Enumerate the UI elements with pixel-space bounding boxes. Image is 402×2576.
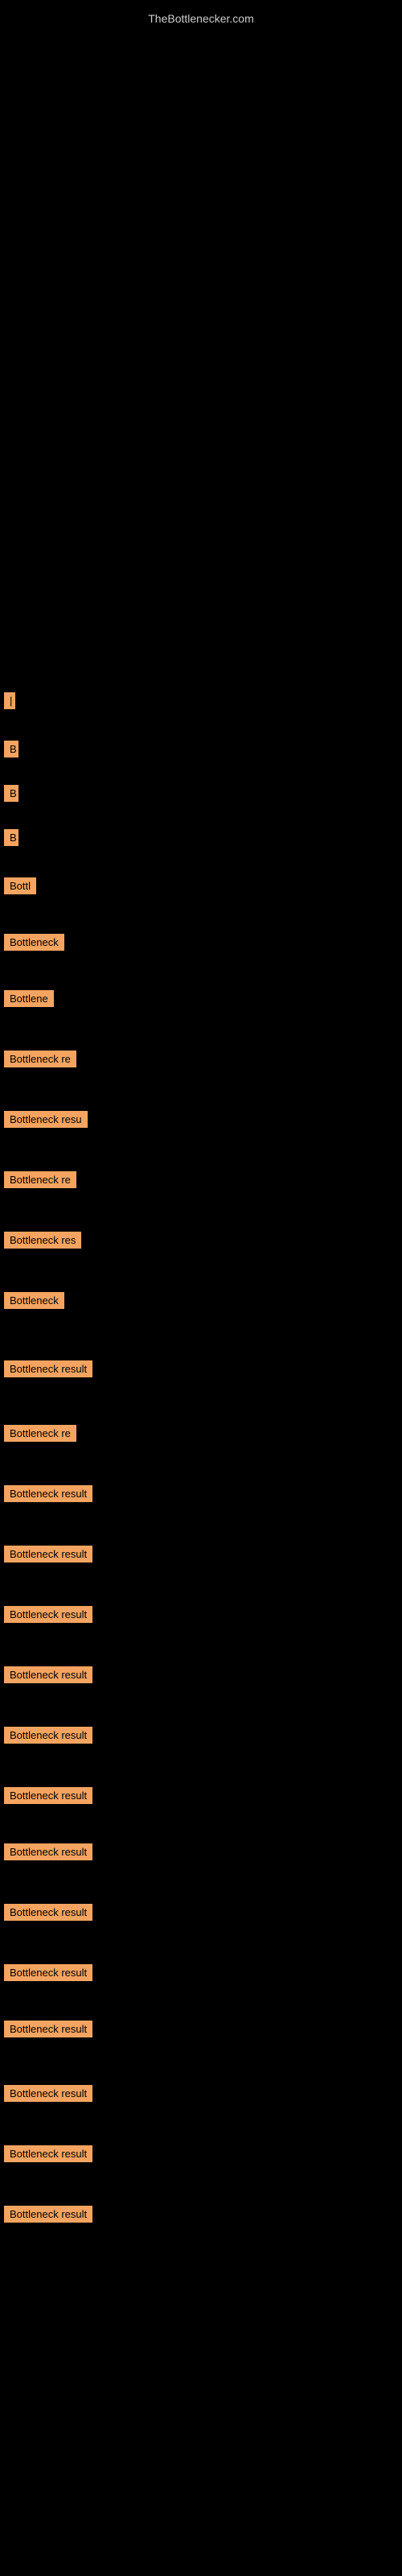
bottleneck-result-label: Bottleneck result <box>4 1666 92 1683</box>
bottleneck-result-label: Bottleneck result <box>4 1360 92 1377</box>
list-item: Bottleneck result <box>0 1606 92 1627</box>
bottleneck-result-label: Bottleneck result <box>4 1787 92 1804</box>
list-item: Bottleneck result <box>0 1904 92 1925</box>
bottleneck-result-label: Bottleneck res <box>4 1232 81 1249</box>
bottleneck-result-label: | <box>4 692 15 709</box>
bottleneck-result-label: B <box>4 741 18 758</box>
list-item: | <box>0 692 15 713</box>
list-item: Bottlene <box>0 990 54 1011</box>
bottleneck-result-label: Bottleneck result <box>4 2206 92 2223</box>
list-item: B <box>0 785 18 806</box>
list-item: Bottleneck result <box>0 2145 92 2166</box>
list-item: Bottleneck re <box>0 1051 76 1071</box>
bottleneck-result-label: Bottleneck resu <box>4 1111 88 1128</box>
list-item: B <box>0 741 18 762</box>
list-item: Bottleneck result <box>0 1964 92 1985</box>
bottleneck-result-label: Bottleneck result <box>4 2085 92 2102</box>
list-item: Bottleneck result <box>0 1485 92 1506</box>
list-item: Bottleneck result <box>0 1546 92 1567</box>
list-item: Bottleneck res <box>0 1232 81 1253</box>
bottleneck-result-label: Bottleneck re <box>4 1425 76 1442</box>
bottleneck-result-label: Bottleneck result <box>4 1904 92 1921</box>
bottleneck-result-label: Bottleneck re <box>4 1171 76 1188</box>
bottleneck-result-label: Bottlene <box>4 990 54 1007</box>
bottleneck-result-label: Bottleneck result <box>4 2145 92 2162</box>
list-item: Bottleneck re <box>0 1425 76 1446</box>
bottleneck-result-label: Bottleneck result <box>4 1964 92 1981</box>
list-item: Bottleneck <box>0 1292 64 1313</box>
site-title: TheBottlenecker.com <box>0 4 402 29</box>
list-item: Bottleneck <box>0 934 64 955</box>
list-item: Bottleneck result <box>0 1843 92 1864</box>
bottleneck-result-label: Bottleneck result <box>4 1485 92 1502</box>
bottleneck-result-label: B <box>4 829 18 846</box>
bottleneck-result-label: Bottleneck result <box>4 1843 92 1860</box>
list-item: Bottleneck result <box>0 1666 92 1687</box>
list-item: Bottleneck result <box>0 2206 92 2227</box>
bottleneck-result-label: Bottleneck result <box>4 2021 92 2037</box>
list-item: Bottleneck re <box>0 1171 76 1192</box>
bottleneck-result-label: Bottleneck <box>4 934 64 951</box>
bottleneck-result-label: Bottleneck <box>4 1292 64 1309</box>
list-item: B <box>0 829 18 850</box>
bottleneck-result-label: Bottleneck result <box>4 1606 92 1623</box>
list-item: Bottleneck resu <box>0 1111 88 1132</box>
bottleneck-result-label: Bottleneck result <box>4 1546 92 1563</box>
list-item: Bottleneck result <box>0 2085 92 2106</box>
bottleneck-result-label: Bottl <box>4 877 36 894</box>
list-item: Bottleneck result <box>0 1727 92 1748</box>
list-item: Bottleneck result <box>0 1360 92 1381</box>
bottleneck-result-label: B <box>4 785 18 802</box>
bottleneck-result-label: Bottleneck re <box>4 1051 76 1067</box>
list-item: Bottleneck result <box>0 2021 92 2041</box>
list-item: Bottleneck result <box>0 1787 92 1808</box>
bottleneck-result-label: Bottleneck result <box>4 1727 92 1744</box>
list-item: Bottl <box>0 877 36 898</box>
